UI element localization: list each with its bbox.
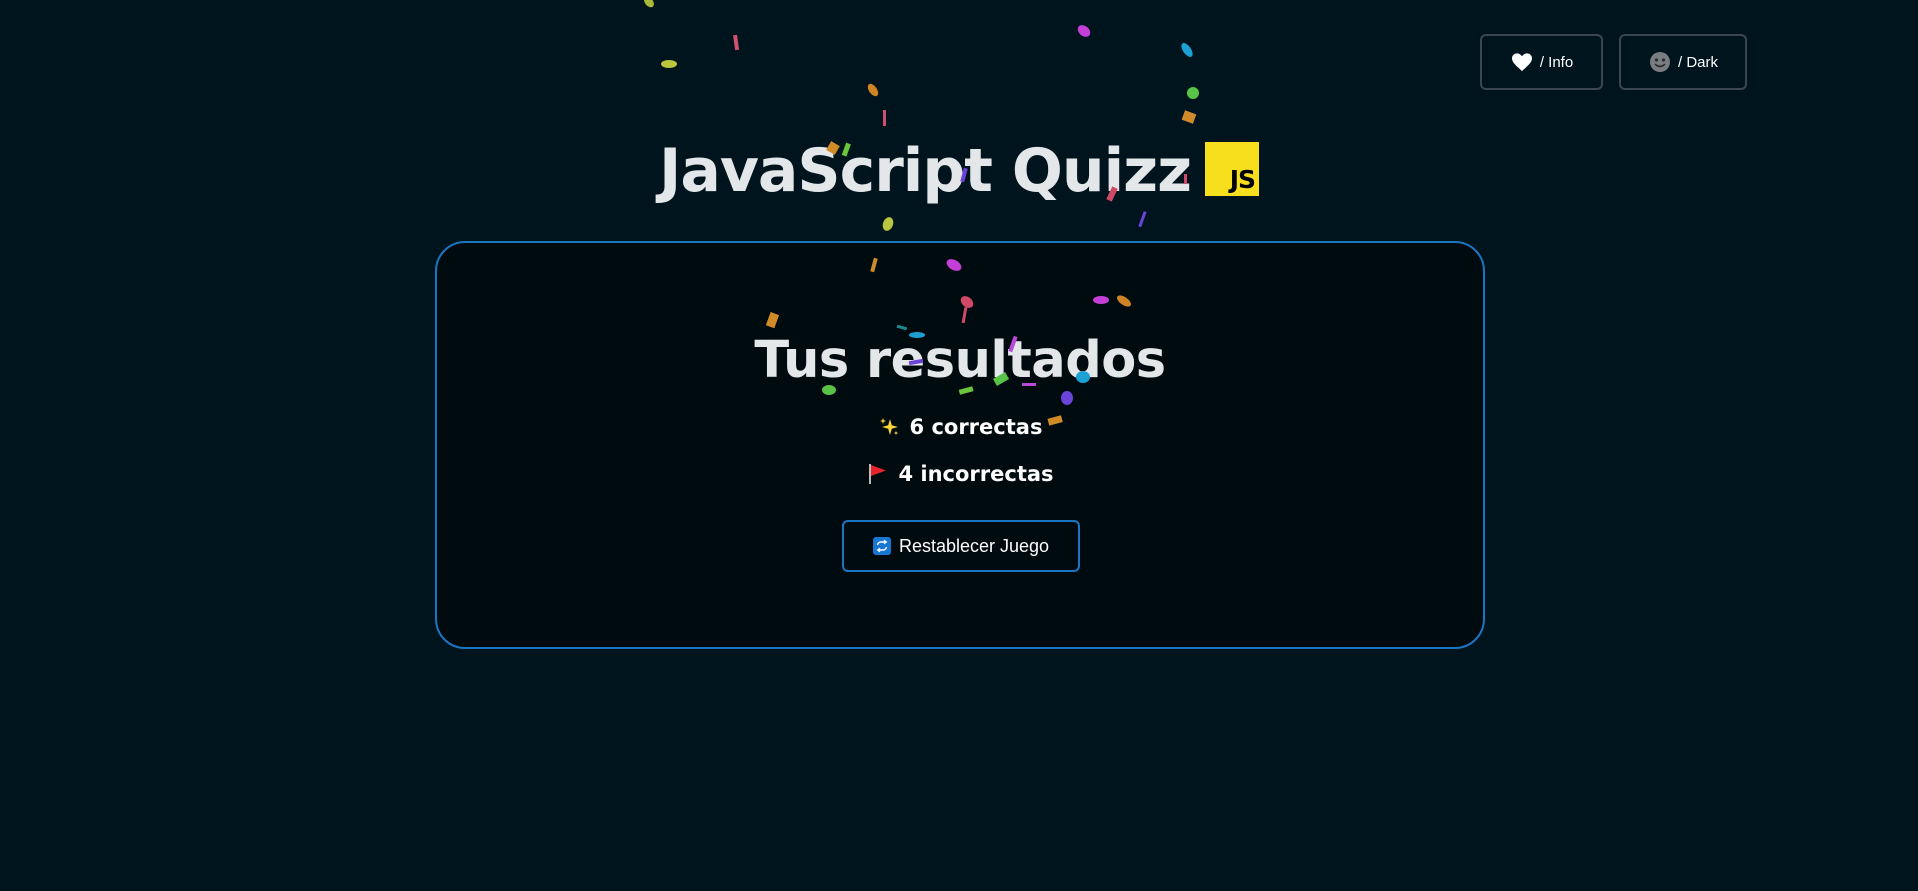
- correct-count: 6 correctas: [437, 415, 1483, 439]
- info-label: / Info: [1539, 53, 1574, 71]
- heart-icon: [1510, 50, 1534, 74]
- page-header: JavaScript Quizz JS: [0, 136, 1918, 206]
- smiley-face-icon: [1648, 50, 1672, 74]
- info-button[interactable]: / Info: [1480, 34, 1603, 90]
- dark-mode-button[interactable]: / Dark: [1619, 34, 1747, 90]
- results-card: Tus resultados 6 correctas 4 incorrectas: [435, 241, 1485, 649]
- correct-label: 6 correctas: [909, 415, 1043, 439]
- javascript-logo: JS: [1205, 142, 1259, 196]
- incorrect-count: 4 incorrectas: [437, 462, 1483, 486]
- dark-label: / Dark: [1677, 53, 1718, 71]
- red-flag-icon: [866, 462, 888, 486]
- sparkles-icon: [878, 415, 900, 439]
- repeat-icon: [872, 537, 891, 555]
- reset-game-button[interactable]: Restablecer Juego: [842, 520, 1080, 572]
- results-heading: Tus resultados: [754, 331, 1166, 390]
- top-controls: / Info / Dark: [1480, 34, 1747, 90]
- page-title: JavaScript Quizz: [659, 136, 1192, 206]
- javascript-logo-text: JS: [1229, 165, 1256, 194]
- incorrect-label: 4 incorrectas: [898, 462, 1054, 486]
- reset-label: Restablecer Juego: [898, 535, 1050, 556]
